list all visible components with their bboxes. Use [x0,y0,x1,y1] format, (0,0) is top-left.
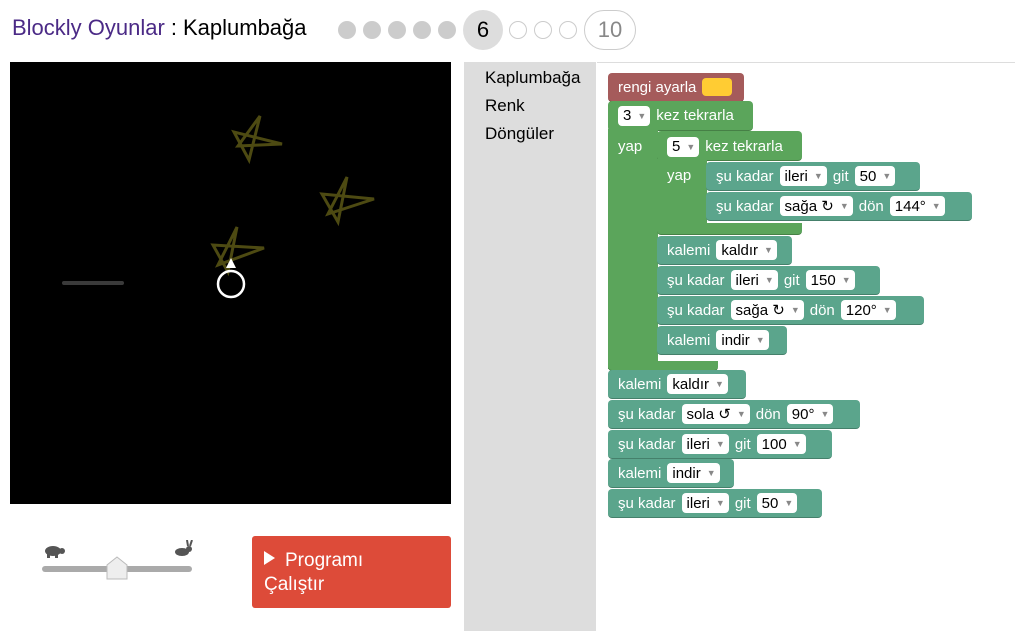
turn-right-block[interactable]: şu kadar sağa ↻ ▼ dön 120° ▼ [657,296,924,325]
play-icon [264,551,275,565]
level-dot-8[interactable] [534,21,552,39]
toolbox-category-loops[interactable]: Döngüler [485,124,554,144]
outer-repeat-header: 3 ▼ kez tekrarla [608,101,740,130]
block-label: şu kadar [667,271,725,289]
block-label: git [832,167,849,185]
block-label: dön [809,301,835,319]
level-dot-1[interactable] [338,21,356,39]
turtle-icon [45,546,65,558]
distance-dropdown[interactable]: 100 ▼ [756,434,806,454]
set-color-block[interactable]: rengi ayarla [608,73,744,102]
direction-dropdown[interactable]: ileri ▼ [681,493,729,513]
outer-repeat-count-dropdown[interactable]: 3 ▼ [618,105,651,126]
move-forward-block[interactable]: şu kadar ileri ▼ git 50 ▼ [706,162,920,191]
header: Blockly Oyunlar : Kaplumbağa [12,12,307,44]
block-label: kez tekrarla [656,107,734,124]
pen-state-dropdown[interactable]: indir ▼ [667,463,720,483]
move-forward-block[interactable]: şu kadar ileri ▼ git 50 ▼ [608,489,822,518]
direction-dropdown[interactable]: ileri ▼ [681,434,729,454]
inner-do-label: yap [667,167,692,184]
turn-direction-dropdown[interactable]: sola ↺ ▼ [681,404,750,424]
move-forward-block[interactable]: şu kadar ileri ▼ git 150 ▼ [657,266,880,295]
blockly-workspace[interactable]: rengi ayarla 3 ▼ kez tekrarla yap 5 ▼ kez … [597,63,1015,631]
distance-dropdown[interactable]: 150 ▼ [805,270,855,290]
drawing-svg [62,115,375,299]
level-dot-7[interactable] [509,21,527,39]
block-label: şu kadar [618,494,676,512]
pen-down-block[interactable]: kalemi indir ▼ [608,459,734,488]
star-drawing-3 [210,226,265,277]
run-label-line2: Çalıştır [264,574,325,595]
turn-right-block[interactable]: şu kadar sağa ↻ ▼ dön 144° ▼ [706,192,972,221]
angle-dropdown[interactable]: 90° ▼ [786,404,834,424]
direction-dropdown[interactable]: ileri ▼ [779,166,827,186]
move-forward-block[interactable]: şu kadar ileri ▼ git 100 ▼ [608,430,832,459]
block-label: şu kadar [716,167,774,185]
block-label: kalemi [667,331,711,349]
block-label: kalemi [618,464,662,482]
level-dot-3[interactable] [388,21,406,39]
block-label: git [734,435,751,453]
title-separator: : [170,15,177,40]
distance-dropdown[interactable]: 50 ▼ [854,166,896,186]
app-title-link[interactable]: Blockly Oyunlar [12,15,165,41]
turtle-canvas [10,62,451,504]
star-drawing-2 [319,176,375,227]
pen-down-block[interactable]: kalemi indir ▼ [657,326,787,355]
inner-repeat-header: 5 ▼ kez tekrarla [657,132,789,161]
block-label: kalemi [618,375,662,393]
level-dot-9[interactable] [559,21,577,39]
block-label: git [783,271,800,289]
angle-dropdown[interactable]: 144° ▼ [889,196,945,216]
block-label: dön [755,405,781,423]
rabbit-icon [175,540,193,556]
speed-slider[interactable] [40,540,195,580]
angle-dropdown[interactable]: 120° ▼ [840,300,896,320]
outer-repeat-arm [608,129,658,369]
run-label-line1: Programı [285,550,364,571]
last-level-link[interactable]: 10 [584,10,636,50]
block-label: rengi ayarla [618,78,697,96]
pen-state-dropdown[interactable]: kaldır ▼ [667,374,728,394]
color-picker-field[interactable] [702,78,733,96]
toolbox: Kaplumbağa Renk Döngüler [464,62,596,631]
pen-state-dropdown[interactable]: indir ▼ [716,330,769,350]
pen-up-block[interactable]: kalemi kaldır ▼ [657,236,792,265]
outer-do-label: yap [618,138,643,155]
block-label: şu kadar [618,405,676,423]
pen-up-block[interactable]: kalemi kaldır ▼ [608,370,746,399]
level-dot-5[interactable] [438,21,456,39]
block-label: kalemi [667,241,711,259]
inner-repeat-bottom [657,223,802,235]
level-dot-4[interactable] [413,21,431,39]
level-name: Kaplumbağa [182,15,307,40]
run-program-button[interactable]: Programı Çalıştır [252,536,451,608]
block-label: kez tekrarla [705,138,783,155]
turtle-icon-cursor [216,269,246,299]
block-label: şu kadar [716,197,774,215]
block-label: dön [858,197,884,215]
inner-repeat-count-dropdown[interactable]: 5 ▼ [667,136,700,157]
turn-direction-dropdown[interactable]: sağa ↻ ▼ [779,196,853,216]
star-drawing-1 [231,115,283,165]
turn-left-block[interactable]: şu kadar sola ↺ ▼ dön 90° ▼ [608,400,860,429]
block-label: şu kadar [618,435,676,453]
toolbox-category-turtle[interactable]: Kaplumbağa [485,68,580,88]
distance-dropdown[interactable]: 50 ▼ [756,493,798,513]
direction-dropdown[interactable]: ileri ▼ [730,270,778,290]
level-dot-2[interactable] [363,21,381,39]
block-label: git [734,494,751,512]
block-label: şu kadar [667,301,725,319]
level-selector: 6 10 [338,10,642,50]
current-level-indicator: 6 [463,10,503,50]
pen-state-dropdown[interactable]: kaldır ▼ [716,240,777,260]
turn-direction-dropdown[interactable]: sağa ↻ ▼ [730,300,804,320]
toolbox-category-color[interactable]: Renk [485,96,525,116]
slider-knob[interactable] [106,556,128,580]
